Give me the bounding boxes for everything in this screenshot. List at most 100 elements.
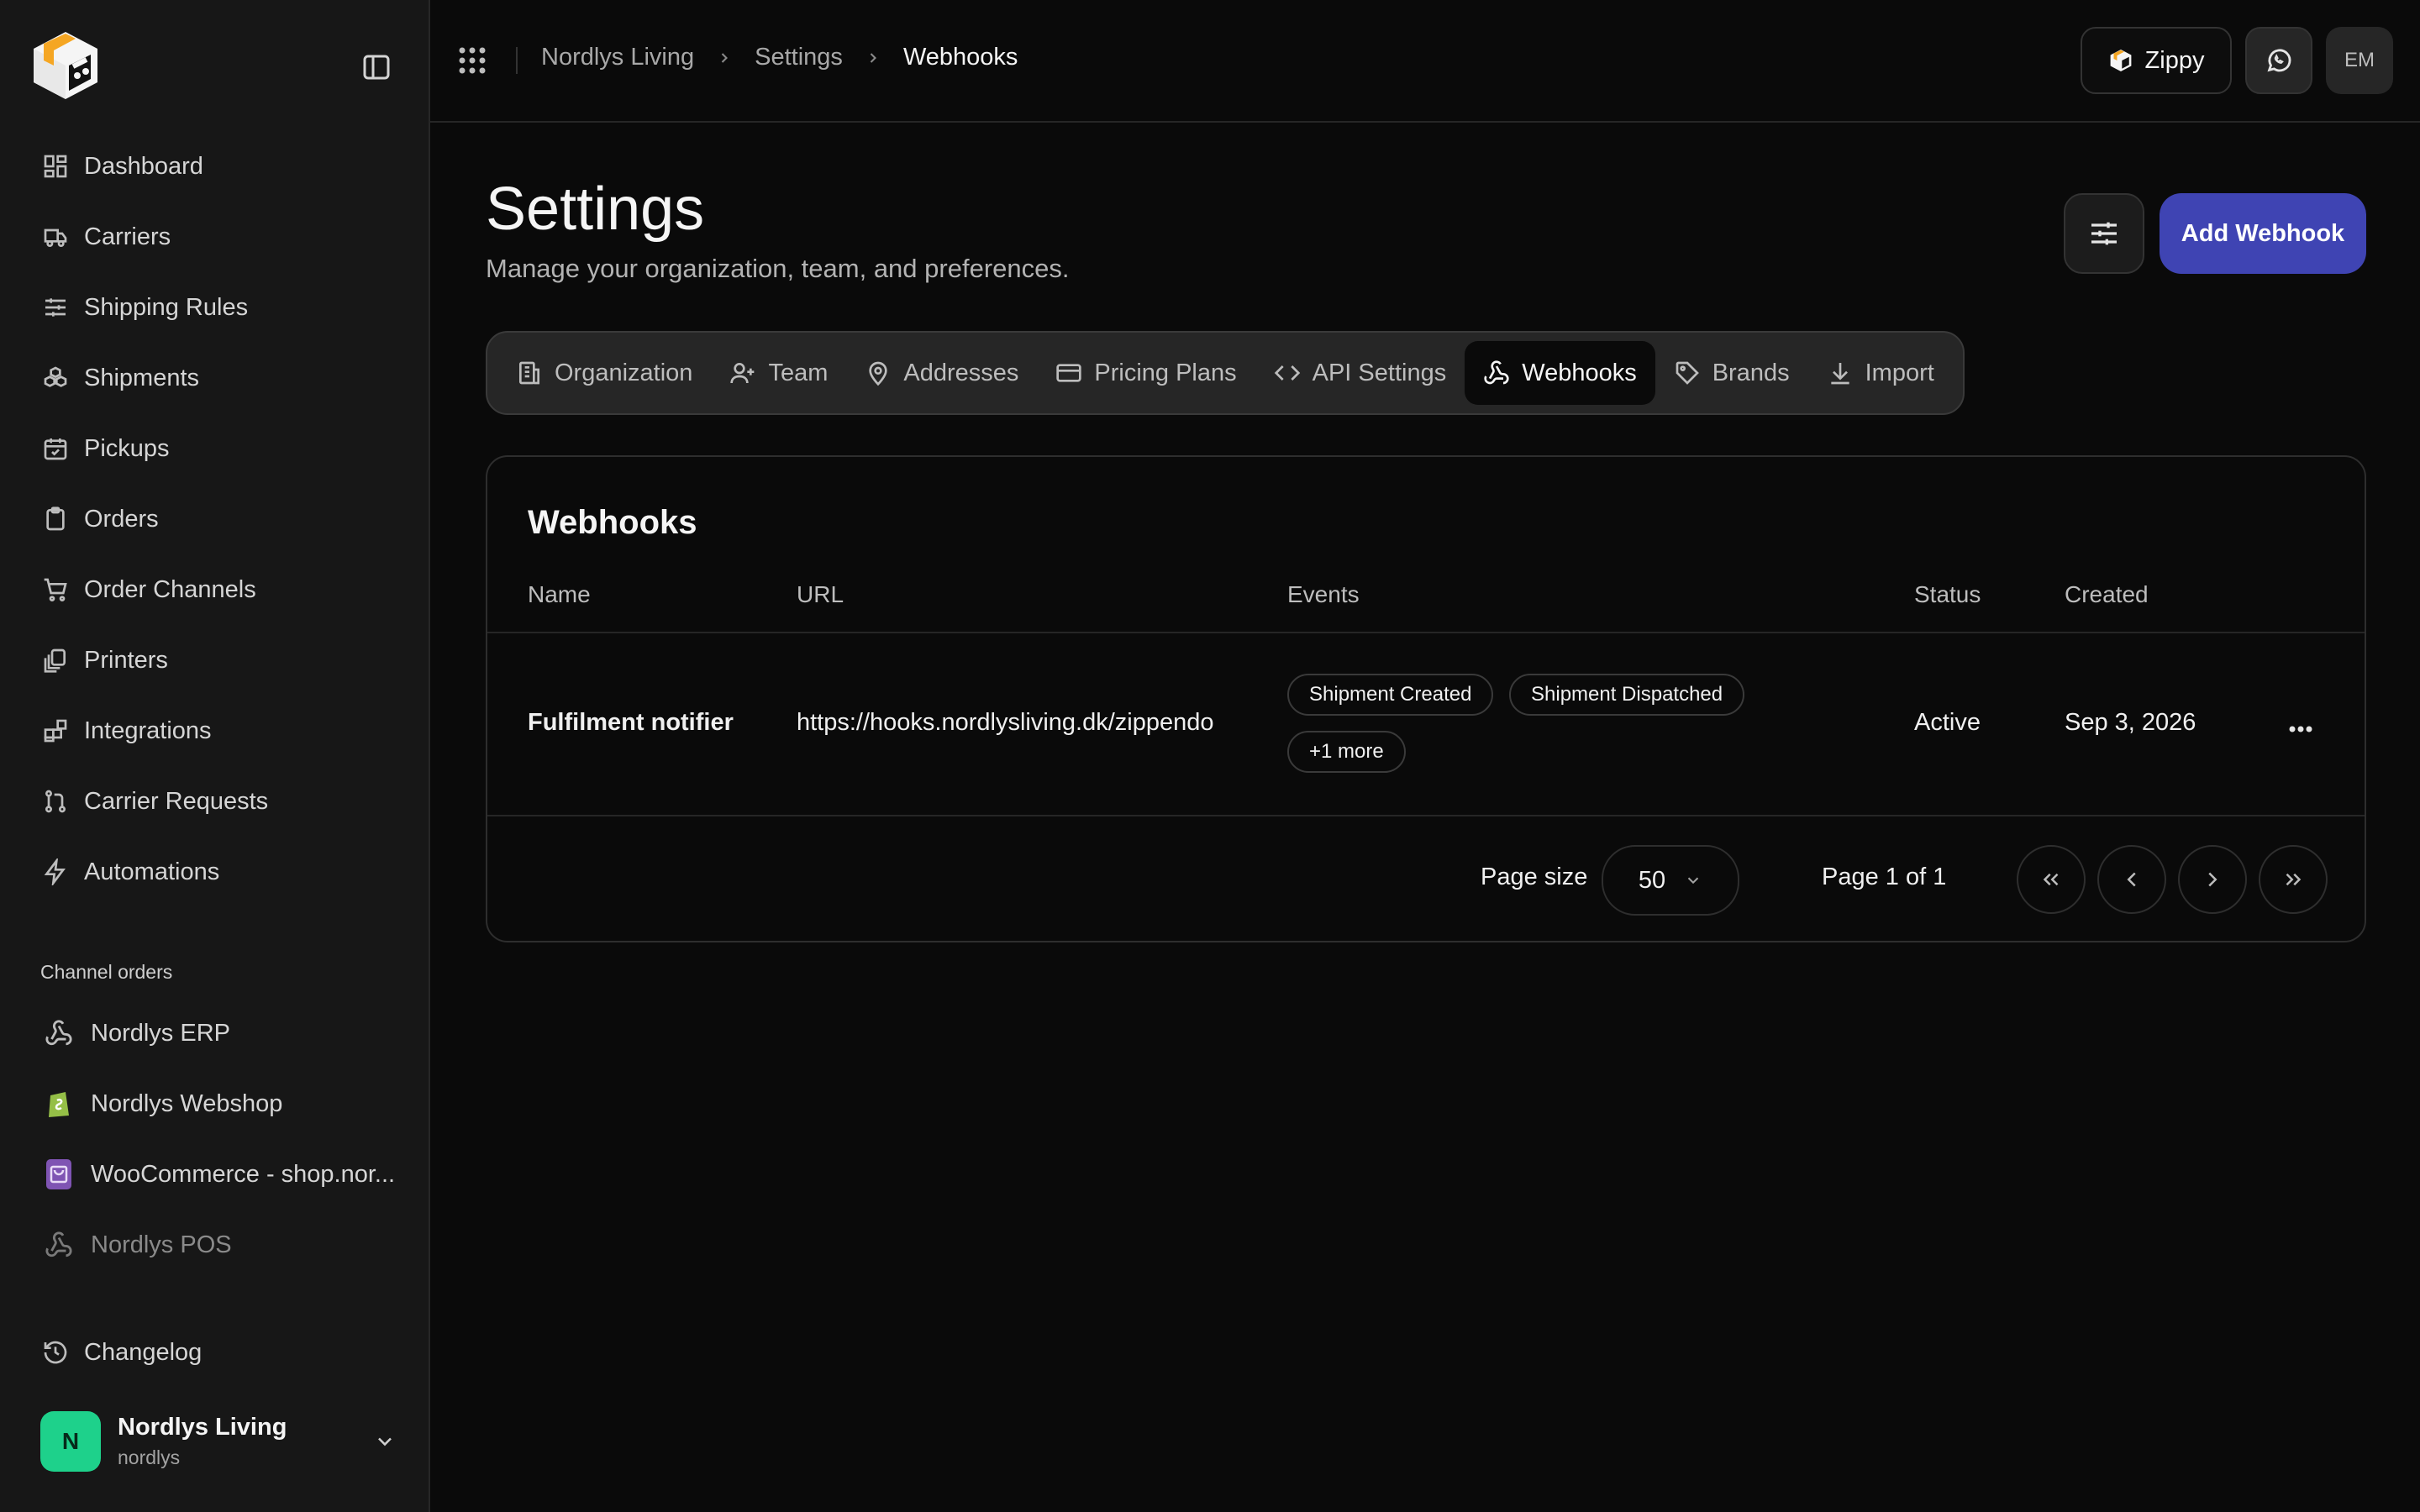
nav-item-orders[interactable]: Orders [20,484,410,554]
woocommerce-icon [42,1158,76,1191]
sidebar-toggle-icon[interactable] [360,52,393,82]
tab-pricing-plans[interactable]: Pricing Plans [1037,341,1255,405]
event-badge: Shipment Created [1287,674,1494,716]
tab-label: Pricing Plans [1094,359,1237,386]
credit-card-icon [1055,360,1082,386]
chat-button[interactable] [2245,27,2312,94]
chevron-down-icon [373,1430,397,1453]
breadcrumb-settings[interactable]: Settings [755,44,843,71]
dashboard-icon [42,153,69,180]
nav-label: Dashboard [84,152,203,180]
org-name: Nordlys Living [118,1414,287,1441]
boxes-icon [42,365,69,391]
webhook-url: https://hooks.nordlysliving.dk/zippendo [797,709,1214,736]
sliders-icon [2087,217,2121,250]
channel-item-nordlys-pos[interactable]: Nordlys POS [20,1210,410,1280]
tab-import[interactable]: Import [1808,341,1953,405]
column-header-url: URL [797,581,844,607]
nav-label: Printers [84,646,168,674]
user-avatar[interactable]: EM [2326,27,2393,94]
nav-label: Orders [84,505,159,533]
nav-item-changelog[interactable]: Changelog [20,1317,410,1388]
created-date: Sep 3, 2026 [2065,709,2196,736]
breadcrumb: Nordlys Living Settings Webhooks [541,44,1018,71]
chevron-right-icon [865,50,881,66]
breadcrumb-org[interactable]: Nordlys Living [541,44,694,71]
tab-organization[interactable]: Organization [497,341,711,405]
nav-label: Order Channels [84,575,256,603]
filter-button[interactable] [2064,193,2144,274]
chevron-left-icon [2119,867,2144,892]
app-logo[interactable] [27,27,104,104]
webhook-name: Fulfilment notifier [528,709,734,736]
add-webhook-button[interactable]: Add Webhook [2160,193,2366,274]
channel-label: Nordlys ERP [91,1019,230,1047]
chevron-right-icon [2200,867,2225,892]
header-divider [487,632,2365,633]
main-nav: Dashboard Carriers Shipping Rules Shipme… [20,131,410,907]
tab-webhooks[interactable]: Webhooks [1465,341,1655,405]
chevrons-right-icon [2281,867,2306,892]
page-size-select[interactable]: 50 [1602,845,1739,916]
nav-item-automations[interactable]: Automations [20,837,410,907]
org-switcher[interactable]: N Nordlys Living nordlys [40,1408,397,1475]
top-bar: Nordlys Living Settings Webhooks Zippy E… [430,0,2420,123]
nav-item-shipments[interactable]: Shipments [20,343,410,413]
nav-label: Carrier Requests [84,787,269,815]
channels-section-title: Channel orders [40,961,173,983]
truck-icon [42,223,69,250]
row-divider [487,815,2365,816]
tab-brands[interactable]: Brands [1655,341,1808,405]
printer-icon [42,647,69,674]
map-pin-icon [865,360,892,386]
tab-label: Addresses [903,359,1019,386]
changelog-section: Changelog [20,1317,410,1388]
breadcrumb-current: Webhooks [902,44,1018,71]
column-header-status: Status [1914,581,1981,607]
zippy-button[interactable]: Zippy [2081,27,2232,94]
first-page-button[interactable] [2017,845,2086,914]
prev-page-button[interactable] [2097,845,2166,914]
tab-label: Webhooks [1522,359,1637,386]
tab-addresses[interactable]: Addresses [846,341,1037,405]
tab-api-settings[interactable]: API Settings [1255,341,1465,405]
page-info: Page 1 of 1 [1822,864,1947,890]
card-title: Webhooks [528,504,697,541]
git-pull-icon [42,788,69,815]
nav-item-integrations[interactable]: Integrations [20,696,410,766]
tab-label: Organization [555,359,693,386]
next-page-button[interactable] [2178,845,2247,914]
event-badge: Shipment Dispatched [1509,674,1745,716]
nav-item-order-channels[interactable]: Order Channels [20,554,410,625]
webhooks-card: Webhooks Name URL Events Status Created … [486,455,2366,942]
building-icon [516,360,543,386]
apps-grid-icon[interactable] [457,45,487,76]
nav-label: Integrations [84,717,212,744]
webhook-icon [42,1228,76,1262]
nav-item-pickups[interactable]: Pickups [20,413,410,484]
channel-item-nordlys-webshop[interactable]: Nordlys Webshop [20,1068,410,1139]
column-header-events: Events [1287,581,1360,607]
tab-team[interactable]: Team [711,341,846,405]
blocks-icon [42,717,69,744]
channel-item-nordlys-erp[interactable]: Nordlys ERP [20,998,410,1068]
page-size-label: Page size [1481,864,1588,890]
channel-item-woocommerce[interactable]: WooCommerce - shop.nor... [20,1139,410,1210]
nav-label: Carriers [84,223,171,250]
more-events-badge[interactable]: +1 more [1287,731,1406,773]
nav-item-carriers[interactable]: Carriers [20,202,410,272]
nav-item-printers[interactable]: Printers [20,625,410,696]
webhook-icon [1483,360,1510,386]
channel-list: Nordlys ERP Nordlys Webshop WooCommerce … [20,998,410,1280]
nav-item-shipping-rules[interactable]: Shipping Rules [20,272,410,343]
nav-item-carrier-requests[interactable]: Carrier Requests [20,766,410,837]
page-title: Settings [486,176,705,243]
calendar-check-icon [42,435,69,462]
row-actions-button[interactable] [2279,711,2323,748]
download-icon [1827,360,1854,386]
tag-icon [1674,360,1701,386]
last-page-button[interactable] [2259,845,2328,914]
nav-item-dashboard[interactable]: Dashboard [20,131,410,202]
tab-label: Team [768,359,829,386]
divider [516,47,518,74]
